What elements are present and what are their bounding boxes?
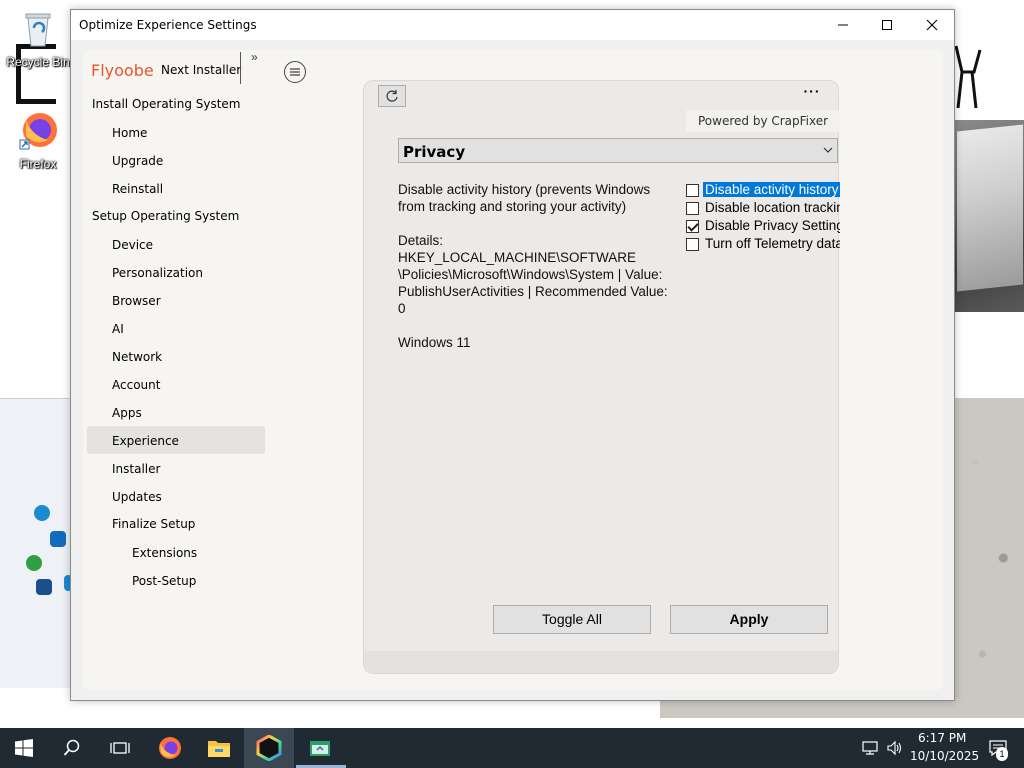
more-options-button[interactable]: ··· — [802, 83, 822, 103]
collapse-sidebar-icon[interactable]: » — [251, 50, 258, 64]
checkbox-unchecked[interactable] — [686, 238, 699, 251]
task-view-icon — [110, 742, 130, 754]
sidebar-item-personalization[interactable]: Personalization — [112, 266, 203, 280]
wallpaper-fragment — [955, 120, 1024, 312]
firefox-icon — [19, 113, 57, 150]
app-window-icon — [310, 741, 330, 756]
app-window: Optimize Experience Settings Flyoobe Nex… — [70, 9, 955, 701]
toggle-all-button[interactable]: Toggle All — [493, 605, 651, 634]
volume-button[interactable] — [878, 728, 912, 768]
settings-card: ··· Powered by CrapFixer Privacy Disable… — [363, 80, 840, 674]
sidebar-item-installer[interactable]: Installer — [112, 462, 160, 476]
wallpaper-fragment — [954, 45, 982, 109]
windows-logo-icon — [15, 739, 33, 757]
checklist-item[interactable]: Disable Privacy Settings — [686, 217, 840, 235]
sidebar-item-ai[interactable]: AI — [112, 322, 124, 336]
title-bar[interactable]: Optimize Experience Settings — [71, 10, 954, 40]
desktop-icon-label: Firefox — [19, 157, 57, 171]
sidebar-item-apps[interactable]: Apps — [112, 406, 142, 420]
tweak-details-panel: Disable activity history (prevents Windo… — [398, 181, 678, 368]
sidebar-item-network[interactable]: Network — [112, 350, 162, 364]
taskbar-app-window[interactable] — [296, 728, 344, 768]
taskbar-firefox[interactable] — [146, 728, 194, 768]
next-installer-link[interactable]: Next Installer — [161, 63, 241, 77]
checklist-item[interactable]: Disable activity history — [686, 181, 840, 199]
sidebar-item-finalize-setup[interactable]: Finalize Setup — [112, 517, 195, 531]
task-view-button[interactable] — [96, 728, 144, 768]
taskbar-clock-date[interactable]: 10/10/2025 — [910, 749, 979, 763]
maximize-button[interactable] — [864, 10, 910, 40]
sidebar-item-device[interactable]: Device — [112, 238, 153, 252]
tweak-checklist: Disable activity history Disable locatio… — [686, 181, 840, 261]
sidebar-item-home[interactable]: Home — [112, 126, 147, 140]
category-selected-value: Privacy — [403, 143, 466, 161]
taskbar-file-explorer[interactable] — [195, 728, 243, 768]
app-client-area: Flyoobe Next Installer » Install Operati… — [83, 50, 943, 690]
sidebar-item-updates[interactable]: Updates — [112, 490, 162, 504]
desktop-icon-recycle-bin[interactable]: Recycle Bin — [6, 8, 70, 69]
sidebar-item-browser[interactable]: Browser — [112, 294, 161, 308]
maximize-icon — [882, 20, 892, 30]
hexagon-app-icon — [256, 735, 282, 761]
refresh-icon — [386, 90, 398, 102]
tweak-registry-details: Details: HKEY_LOCAL_MACHINE\SOFTWARE \Po… — [398, 233, 668, 316]
background-window-fragment — [0, 398, 72, 688]
taskbar-clock-time[interactable]: 6:17 PM — [918, 731, 966, 745]
network-icon — [862, 741, 878, 755]
desktop-icon-label: Recycle Bin — [6, 55, 70, 69]
taskbar-flyoobe-app[interactable] — [245, 728, 293, 768]
sidebar-item-experience[interactable]: Experience — [112, 434, 179, 448]
checklist-item-label: Disable Privacy Settings — [705, 218, 840, 233]
minimize-button[interactable] — [820, 10, 866, 40]
taskbar: 6:17 PM 10/10/2025 1 — [0, 728, 1024, 768]
wallpaper-fragment — [660, 700, 1024, 718]
start-button[interactable] — [0, 728, 48, 768]
sidebar-item-extensions[interactable]: Extensions — [132, 546, 197, 560]
folder-icon — [208, 741, 230, 757]
chevron-down-icon — [823, 147, 833, 153]
hamburger-menu-button[interactable] — [284, 61, 306, 83]
tweak-os-version: Windows 11 — [398, 335, 471, 350]
menu-icon — [290, 68, 300, 76]
search-button[interactable] — [48, 728, 96, 768]
minimize-icon — [838, 24, 848, 26]
close-button[interactable] — [909, 10, 955, 40]
checklist-item-label: Disable activity history — [703, 182, 840, 197]
checklist-item[interactable]: Disable location tracking — [686, 199, 840, 217]
recycle-bin-icon — [25, 13, 51, 47]
notification-count-badge: 1 — [996, 747, 1008, 761]
sidebar: Flyoobe Next Installer » Install Operati… — [83, 50, 267, 690]
tweak-description: Disable activity history (prevents Windo… — [398, 182, 651, 214]
search-icon — [63, 739, 80, 756]
powered-by-label: Powered by CrapFixer — [686, 110, 840, 132]
sidebar-group-setup-os[interactable]: Setup Operating System — [92, 209, 239, 223]
sidebar-item-upgrade[interactable]: Upgrade — [112, 154, 163, 168]
window-title: Optimize Experience Settings — [79, 18, 257, 32]
checklist-item-label: Turn off Telemetry data — [705, 236, 840, 251]
apply-button[interactable]: Apply — [670, 605, 828, 634]
wallpaper-fragment — [955, 398, 1024, 718]
divider — [240, 52, 241, 84]
checkbox-unchecked[interactable] — [686, 184, 699, 197]
sidebar-item-account[interactable]: Account — [112, 378, 160, 392]
checkbox-checked[interactable] — [686, 220, 699, 233]
close-icon — [926, 19, 938, 31]
refresh-button[interactable] — [378, 85, 406, 107]
category-dropdown[interactable]: Privacy — [398, 138, 838, 163]
sidebar-group-install-os[interactable]: Install Operating System — [92, 97, 241, 111]
sidebar-item-reinstall[interactable]: Reinstall — [112, 182, 163, 196]
checkbox-unchecked[interactable] — [686, 202, 699, 215]
firefox-icon — [159, 737, 181, 759]
brand-logo[interactable]: Flyoobe — [91, 61, 154, 80]
card-footer — [364, 651, 838, 673]
checklist-item[interactable]: Turn off Telemetry data — [686, 235, 840, 253]
desktop-icon-firefox[interactable]: Firefox — [6, 110, 70, 171]
sidebar-item-post-setup[interactable]: Post-Setup — [132, 574, 196, 588]
speaker-icon — [887, 740, 902, 756]
checklist-item-label: Disable location tracking — [705, 200, 840, 215]
